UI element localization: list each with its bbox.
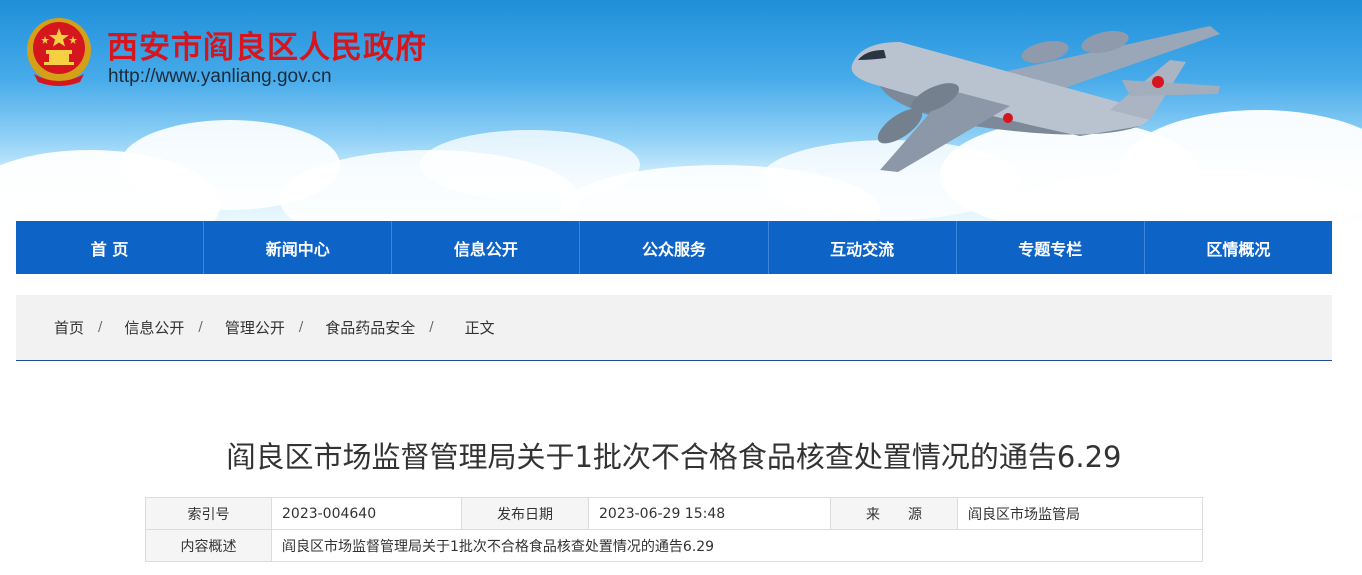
header-banner: 西安市阎良区人民政府 http://www.yanliang.gov.cn [0, 0, 1362, 222]
nav-item-interaction[interactable]: 互动交流 [769, 221, 957, 274]
site-title[interactable]: 西安市阎良区人民政府 [107, 22, 427, 67]
meta-source-label: 来 源 [830, 497, 958, 530]
meta-summary-value: 阎良区市场监督管理局关于1批次不合格食品核查处置情况的通告6.29 [271, 529, 1203, 562]
national-emblem-icon [27, 18, 91, 86]
article-title: 阎良区市场监督管理局关于1批次不合格食品核查处置情况的通告6.29 [226, 440, 1122, 474]
breadcrumb: 首页 / 信息公开 / 管理公开 / 食品药品安全 / 正文 [16, 295, 1332, 361]
site-url[interactable]: http://www.yanliang.gov.cn [108, 66, 332, 88]
breadcrumb-separator: / [298, 320, 304, 335]
meta-date-value: 2023-06-29 15:48 [588, 497, 831, 530]
article-meta-table: 索引号 2023-004640 发布日期 2023-06-29 15:48 来 … [145, 497, 1203, 562]
breadcrumb-separator: / [198, 320, 203, 335]
breadcrumb-separator: / [429, 320, 434, 335]
breadcrumb-separator: / [98, 320, 103, 335]
meta-date-label: 发布日期 [461, 497, 589, 530]
nav-item-info-disclosure[interactable]: 信息公开 [392, 221, 581, 274]
breadcrumb-management-disclosure[interactable]: 管理公开 [225, 317, 285, 338]
nav-item-public-service[interactable]: 公众服务 [580, 221, 769, 274]
transport-plane-illustration [851, 26, 1220, 172]
meta-index-label: 索引号 [145, 497, 272, 530]
nav-item-home[interactable]: 首 页 [16, 221, 205, 274]
breadcrumb-info-disclosure[interactable]: 信息公开 [124, 317, 184, 338]
meta-row: 内容概述 阎良区市场监督管理局关于1批次不合格食品核查处置情况的通告6.29 [145, 529, 1203, 562]
breadcrumb-home[interactable]: 首页 [54, 317, 84, 338]
meta-summary-label: 内容概述 [145, 529, 272, 562]
breadcrumb-current: 正文 [464, 319, 495, 337]
nav-item-news[interactable]: 新闻中心 [204, 221, 393, 274]
meta-source-value: 阎良区市场监管局 [957, 497, 1203, 530]
main-nav: 首 页 新闻中心 信息公开 公众服务 互动交流 专题专栏 区情概况 [16, 221, 1332, 274]
meta-index-value: 2023-004640 [271, 497, 462, 530]
nav-item-special-topics[interactable]: 专题专栏 [957, 221, 1145, 274]
article-container: 阎良区市场监督管理局关于1批次不合格食品核查处置情况的通告6.29 索引号 20… [16, 362, 1332, 575]
breadcrumb-food-drug-safety[interactable]: 食品药品安全 [325, 317, 415, 338]
nav-item-district-overview[interactable]: 区情概况 [1145, 221, 1332, 274]
meta-row: 索引号 2023-004640 发布日期 2023-06-29 15:48 来 … [145, 497, 1203, 530]
